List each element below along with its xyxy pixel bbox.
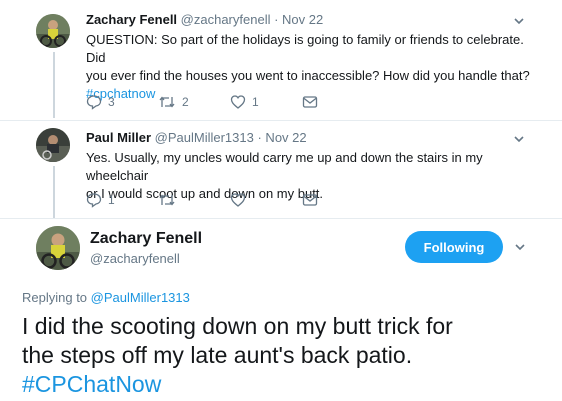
avatar[interactable] — [36, 14, 70, 48]
direct-message-button[interactable] — [302, 192, 374, 208]
author-name[interactable]: Zachary Fenell — [90, 230, 202, 248]
author-handle[interactable]: @zacharyfenell — [181, 12, 271, 27]
direct-message-icon — [302, 194, 318, 206]
retweet-icon — [159, 194, 175, 206]
tweet-actions: 1 — [86, 192, 374, 208]
chevron-down-icon[interactable] — [512, 132, 526, 146]
tweet-text: QUESTION: So part of the holidays is goi… — [86, 31, 546, 103]
retweet-button[interactable]: 2 — [158, 94, 230, 110]
like-button[interactable] — [230, 192, 302, 208]
retweet-count: 2 — [182, 95, 189, 109]
tweet-time[interactable]: · Nov 22 — [257, 130, 306, 145]
author-name[interactable]: Paul Miller — [86, 130, 151, 145]
reply-icon — [86, 193, 102, 208]
retweet-button[interactable] — [158, 192, 230, 208]
like-count: 1 — [252, 95, 259, 109]
avatar[interactable] — [36, 226, 80, 270]
thread-connector — [53, 166, 55, 218]
thread-connector — [53, 52, 55, 118]
like-icon — [230, 95, 246, 109]
reply-button[interactable]: 1 — [86, 192, 158, 208]
like-icon — [230, 193, 246, 207]
main-tweet-text-line: the steps off my late aunt's back patio. — [22, 342, 413, 368]
reply-icon — [86, 95, 102, 110]
tweet-text-line: you ever find the houses you went to ina… — [86, 68, 530, 83]
reply-count: 3 — [108, 95, 115, 109]
reply-count: 1 — [108, 193, 115, 207]
replying-to-mention[interactable]: @PaulMiller1313 — [91, 290, 190, 305]
author-handle[interactable]: @zacharyfenell — [90, 251, 180, 266]
author-handle[interactable]: @PaulMiller1313 — [155, 130, 254, 145]
main-tweet-text-line: I did the scooting down on my butt trick… — [22, 313, 453, 339]
chevron-down-icon[interactable] — [512, 14, 526, 28]
avatar-image — [36, 226, 80, 270]
direct-message-button[interactable] — [302, 94, 374, 110]
like-button[interactable]: 1 — [230, 94, 302, 110]
reply-button[interactable]: 3 — [86, 94, 158, 110]
tweet-text-line: Yes. Usually, my uncles would carry me u… — [86, 150, 483, 183]
tweet-actions: 3 2 1 — [86, 94, 374, 110]
tweet-time[interactable]: · Nov 22 — [274, 12, 323, 27]
direct-message-icon — [302, 96, 318, 108]
retweet-icon — [159, 96, 175, 108]
tweet-text-line: QUESTION: So part of the holidays is goi… — [86, 32, 524, 65]
following-button[interactable]: Following — [405, 231, 503, 263]
chevron-down-icon[interactable] — [513, 240, 527, 254]
divider — [0, 120, 562, 121]
hashtag-link[interactable]: #CPChatNow — [22, 370, 542, 399]
avatar-image — [36, 14, 70, 48]
replying-to-label: Replying to — [22, 290, 88, 305]
author-name[interactable]: Zachary Fenell — [86, 12, 177, 27]
tweet-header: Zachary Fenell @zacharyfenell · Nov 22 — [86, 12, 323, 27]
avatar-image — [36, 128, 70, 162]
tweet-header: Paul Miller @PaulMiller1313 · Nov 22 — [86, 130, 307, 145]
main-tweet-text: I did the scooting down on my butt trick… — [22, 312, 542, 399]
divider — [0, 218, 562, 219]
replying-to: Replying to @PaulMiller1313 — [22, 290, 190, 305]
avatar[interactable] — [36, 128, 70, 162]
